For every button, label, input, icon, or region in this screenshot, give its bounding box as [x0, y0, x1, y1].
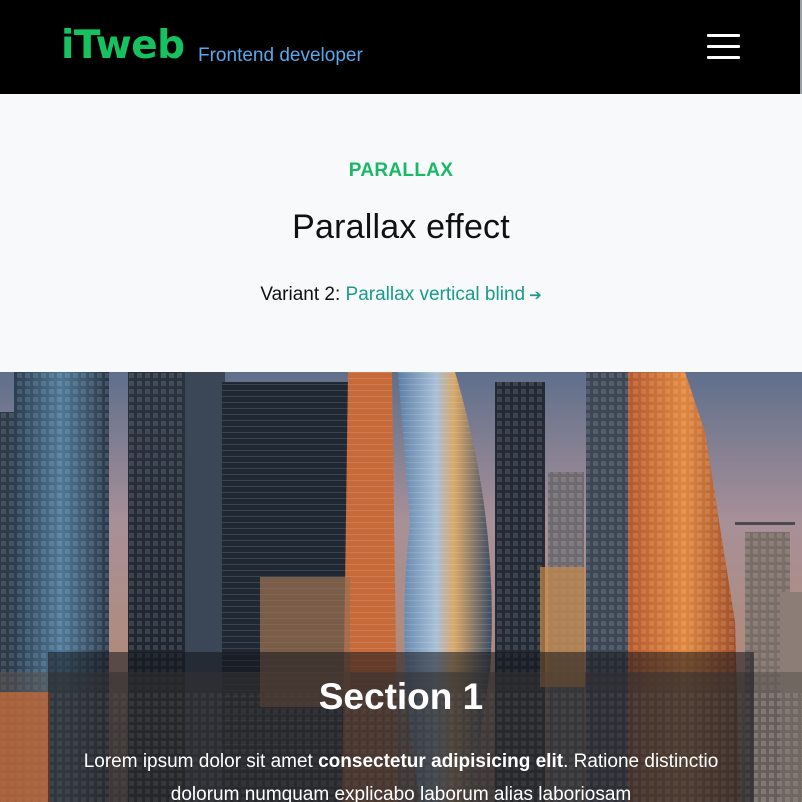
- page-title: Parallax effect: [292, 208, 510, 246]
- site-tagline: Frontend developer: [198, 45, 363, 66]
- menu-bar: [707, 56, 740, 59]
- site-header: iTweb Frontend developer: [0, 0, 802, 94]
- menu-bar: [707, 34, 740, 37]
- section-overlay: [48, 652, 754, 802]
- intro-section: PARALLAX Parallax effect Variant 2: Para…: [0, 94, 802, 372]
- arrow-right-icon[interactable]: ➔: [529, 287, 542, 304]
- section-eyebrow: PARALLAX: [348, 160, 454, 181]
- site-logo[interactable]: iTweb: [61, 23, 185, 69]
- variant-link-text[interactable]: Parallax vertical blind: [346, 284, 526, 305]
- variant-line: Variant 2: Parallax vertical blind ➔: [0, 284, 802, 306]
- menu-bar: [707, 45, 740, 48]
- variant-link[interactable]: Parallax vertical blind ➔: [346, 284, 542, 305]
- hero-image-section: Section 1: [0, 372, 802, 802]
- variant-label: Variant 2:: [260, 284, 346, 305]
- hamburger-menu-icon[interactable]: [707, 34, 740, 60]
